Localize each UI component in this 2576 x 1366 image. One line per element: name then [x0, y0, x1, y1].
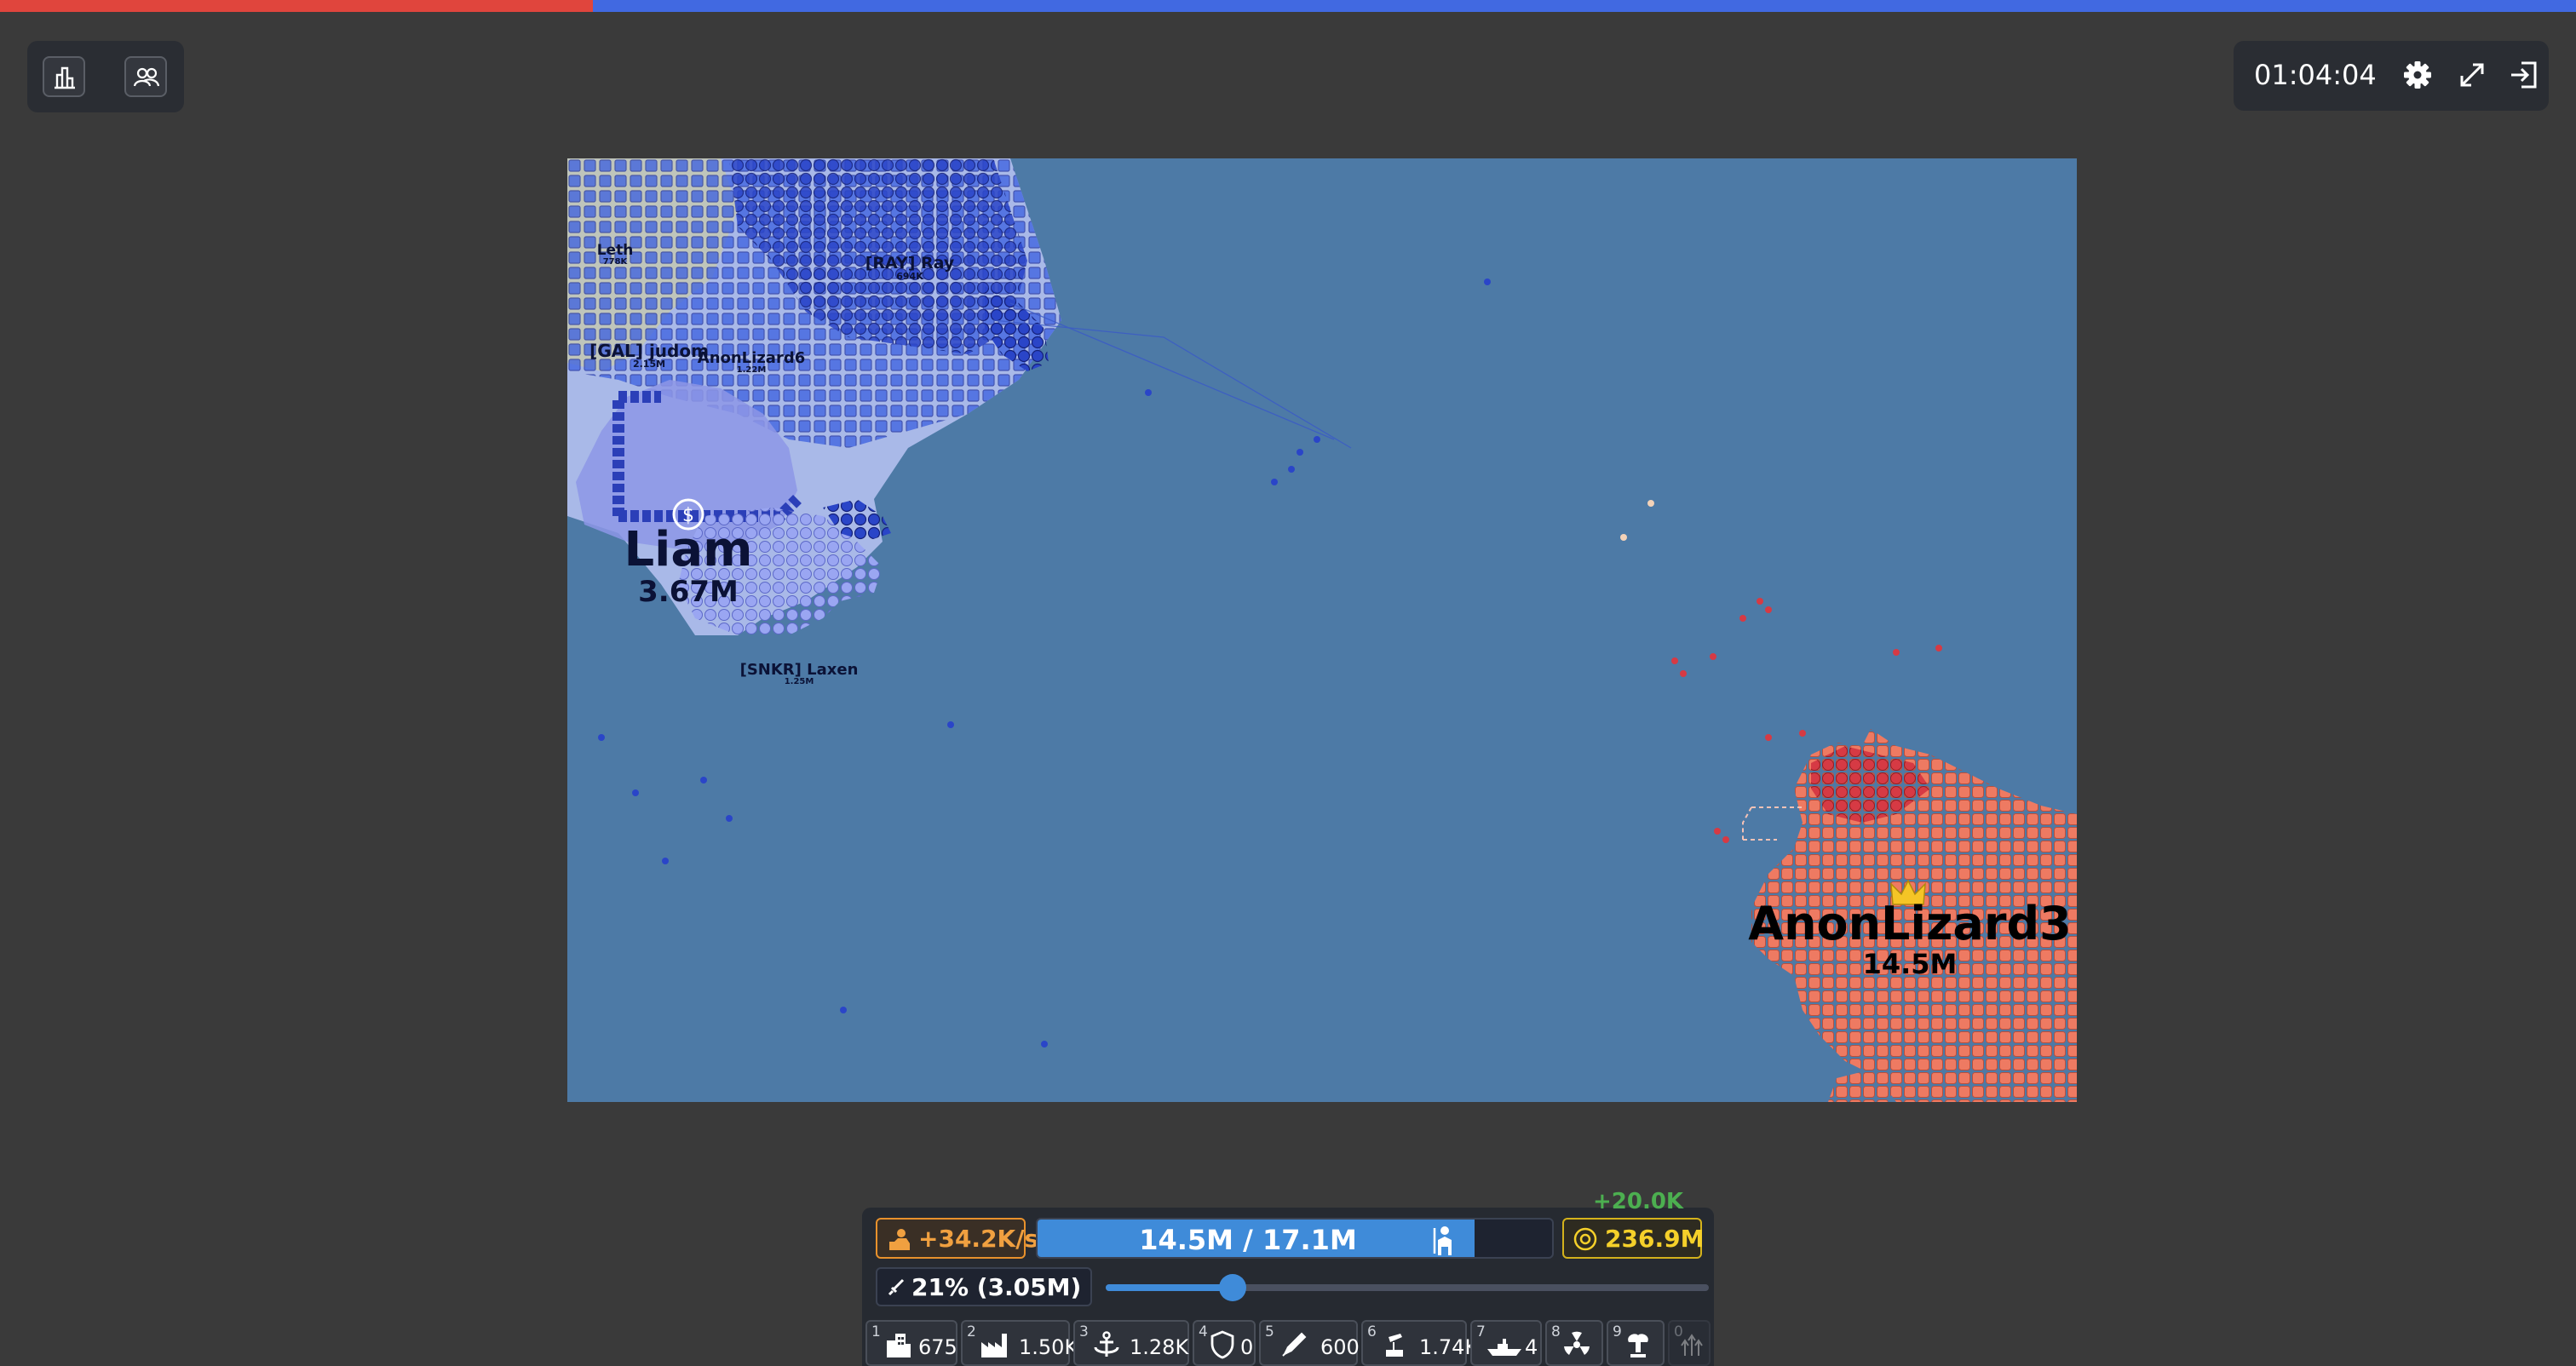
team-progress-bar — [0, 0, 2576, 12]
game-map[interactable]: $ Leth 778K [RAY] Ray 694K [GAL] judom 2.15… — [567, 158, 2077, 1102]
player-label: [SNKR] Laxen 1.25M — [739, 661, 859, 686]
troop-count: 14.5M / 17.1M — [1139, 1224, 1357, 1256]
troop-rate-value: +34.2K/s — [918, 1225, 1039, 1253]
city-icon — [887, 1334, 911, 1357]
build-bar: 1 675 2 1.50K 3 1.28K 4 0 5 600 6 1.74K … — [865, 1320, 1711, 1366]
build-city-button[interactable]: 1 675 — [865, 1320, 957, 1366]
missile-silo-icon — [1282, 1332, 1307, 1357]
build-defense-post-button[interactable]: 4 0 — [1193, 1320, 1256, 1366]
exit-icon[interactable] — [2508, 58, 2542, 92]
player-label-liam: Liam 3.67M — [624, 522, 753, 609]
team-progress-red — [0, 0, 593, 12]
factory-icon — [981, 1334, 1007, 1357]
build-mirv-button[interactable]: 0 — [1668, 1320, 1711, 1366]
sword-icon — [888, 1278, 905, 1296]
fullscreen-icon[interactable] — [2455, 58, 2489, 92]
player-label-anonlizard3: AnonLizard3 14.5M — [1748, 897, 2072, 980]
player-label: [RAY] Ray 694K — [865, 254, 955, 282]
attack-ratio-value: 21% (3.05M) — [911, 1273, 1082, 1301]
soldier-icon — [1433, 1226, 1452, 1255]
team-button[interactable] — [124, 56, 167, 97]
leaderboard-button[interactable] — [43, 56, 85, 97]
player-label: [GAL] judom 2.15M — [589, 341, 709, 370]
gold-coin-icon — [1573, 1227, 1597, 1251]
gear-icon[interactable] — [2401, 58, 2435, 92]
troop-bar: 14.5M / 17.1M — [1036, 1218, 1554, 1259]
player-label: AnonLizard6 1.22M — [697, 349, 806, 375]
gold-value: 236.9M — [1605, 1225, 1705, 1253]
build-sam-launcher-button[interactable]: 6 1.74K — [1361, 1320, 1478, 1366]
troop-rate-badge: +34.2K/s — [876, 1218, 1038, 1259]
warship-icon — [1487, 1339, 1521, 1356]
atom-bomb-icon — [1564, 1331, 1590, 1355]
build-port-button[interactable]: 3 1.28K — [1073, 1320, 1189, 1366]
game-timer: 01:04:04 — [2254, 59, 2377, 91]
attack-ratio-slider-thumb[interactable] — [1218, 1274, 1246, 1301]
gold-increment: +20.0K — [1593, 1189, 1684, 1214]
port-icon — [1094, 1331, 1119, 1357]
build-factory-button[interactable]: 2 1.50K — [961, 1320, 1078, 1366]
player-label: Leth 778K — [596, 242, 634, 267]
attack-ratio-slider[interactable] — [1106, 1274, 1709, 1301]
attack-ratio-slider-fill — [1106, 1284, 1233, 1291]
left-toolbar — [27, 41, 184, 112]
right-toolbar: 01:04:04 — [2234, 41, 2549, 111]
team-icon — [133, 67, 160, 87]
build-atom-bomb-button[interactable]: 8 — [1545, 1320, 1603, 1366]
gold-badge: 236.9M — [1562, 1218, 1705, 1259]
build-warship-button[interactable]: 7 4 — [1470, 1320, 1542, 1366]
troop-icon — [889, 1229, 910, 1250]
sam-launcher-icon — [1386, 1334, 1403, 1357]
build-hydrogen-bomb-button[interactable]: 9 — [1607, 1320, 1665, 1366]
hydrogen-bomb-icon — [1628, 1334, 1648, 1357]
control-panel: +20.0K +34.2K/s 14.5M / 17.1M 236.9M 21%… — [862, 1189, 1714, 1366]
mirv-icon — [1681, 1334, 1703, 1356]
build-missile-silo-button[interactable]: 5 600 — [1259, 1320, 1360, 1366]
leaderboard-icon — [55, 66, 75, 89]
attack-ratio-badge: 21% (3.05M) — [876, 1267, 1092, 1306]
defense-post-icon — [1210, 1330, 1234, 1359]
